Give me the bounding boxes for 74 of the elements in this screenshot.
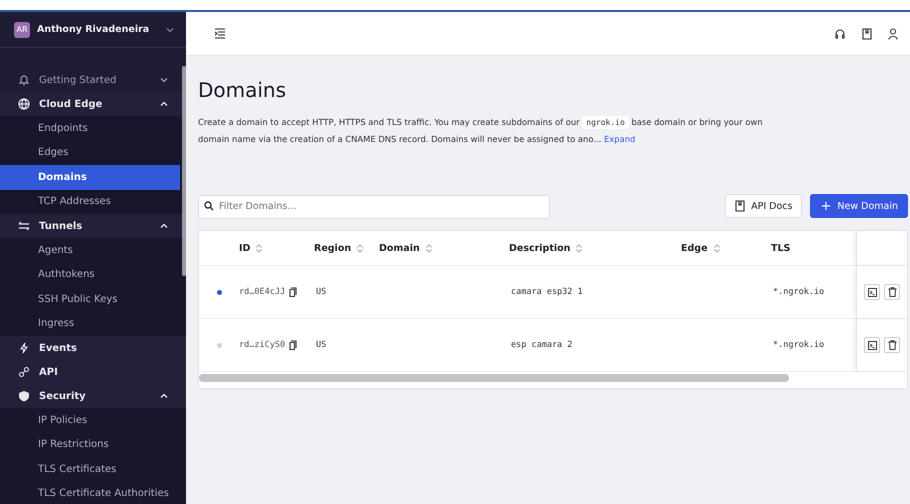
bolt-icon — [18, 342, 30, 354]
page-title: Domains — [198, 78, 288, 102]
terminal-icon — [868, 340, 876, 350]
sidebar-item[interactable]: Edges — [0, 140, 180, 165]
column-header[interactable]: Edge — [681, 242, 720, 254]
table-cell: US — [316, 340, 326, 350]
globe-icon — [18, 98, 30, 110]
new-domain-button[interactable]: + New Domain — [810, 194, 908, 218]
table-cell: US — [316, 287, 326, 297]
sidebar-item[interactable]: Domains — [0, 165, 180, 190]
sidebar-item[interactable]: IP Policies — [0, 408, 180, 432]
copy-icon[interactable] — [289, 340, 298, 350]
api-docs-button[interactable]: API Docs — [725, 194, 802, 218]
copy-icon[interactable] — [289, 287, 298, 297]
table-cell: *.ngrok.io — [773, 287, 824, 297]
sidebar-item[interactable]: TCP Addresses — [0, 190, 180, 214]
sidebar-item[interactable]: Agents — [0, 238, 180, 262]
sidebar-item[interactable]: Ingress — [0, 312, 180, 336]
trash-icon — [888, 287, 896, 297]
table-cell: rd…0E4cJJ — [239, 287, 286, 297]
sort-icon — [256, 244, 262, 252]
table-cell: *.ngrok.io — [773, 340, 824, 350]
delete-button[interactable] — [884, 284, 900, 300]
sidebar-group[interactable]: Security — [0, 384, 186, 408]
sort-icon — [426, 244, 432, 252]
table-cell: rd…ziCyS0 — [239, 340, 286, 350]
sidebar-toggle-icon[interactable] — [214, 28, 226, 39]
chevron-up-icon — [160, 101, 168, 107]
sidebar-item[interactable]: SSH Public Keys — [0, 287, 180, 312]
arrows-icon — [18, 220, 30, 232]
delete-button[interactable] — [884, 337, 900, 353]
expand-link[interactable]: Expand — [604, 134, 636, 144]
link-icon — [18, 366, 30, 378]
filter-field[interactable]: Filter Domains... — [198, 194, 550, 218]
column-header[interactable]: Description — [509, 242, 582, 254]
sidebar-group[interactable]: Events — [0, 336, 186, 360]
chevron-up-icon — [160, 393, 168, 399]
chevron-up-icon — [160, 223, 168, 229]
user-icon[interactable] — [888, 28, 898, 40]
sort-icon — [357, 244, 364, 252]
column-header[interactable]: ID — [239, 242, 262, 254]
book-icon — [735, 200, 746, 212]
page-description: Create a domain to accept HTTP, HTTPS and TLS traffic. You may create subdomains of our ngrok.io base domain or bring your own domain name via the creation of a CNAME DNS record. Domains will never be assigned to ano... Expand — [198, 115, 764, 146]
table-cell: esp camara 2 — [511, 340, 572, 350]
sidebar-group[interactable]: Getting Started — [0, 68, 186, 92]
sidebar-item[interactable]: TLS Certificate Authorities — [0, 482, 180, 504]
account-name: Anthony Rivadeneira — [37, 24, 150, 35]
sidebar-item[interactable]: IP Restrictions — [0, 432, 180, 457]
bell-icon — [18, 74, 30, 86]
code-snippet: ngrok.io — [582, 116, 629, 129]
column-header[interactable]: Domain — [379, 242, 432, 254]
scrollbar[interactable] — [182, 66, 186, 276]
table-cell: camara esp32 1 — [511, 287, 583, 297]
terminal-icon — [868, 288, 876, 296]
sort-icon — [576, 244, 582, 252]
headset-icon[interactable] — [834, 28, 846, 40]
avatar: AR — [14, 22, 30, 38]
book-icon[interactable] — [862, 28, 872, 40]
sidebar-item[interactable]: Endpoints — [0, 116, 180, 140]
sidebar-item[interactable]: TLS Certificates — [0, 457, 180, 482]
chevron-down-icon — [160, 77, 168, 83]
shield-icon — [18, 390, 30, 402]
terminal-button[interactable] — [864, 337, 880, 353]
column-header[interactable]: TLS — [771, 242, 790, 254]
trash-icon — [888, 340, 896, 350]
account-switcher[interactable]: AR Anthony Rivadeneira — [0, 12, 186, 48]
horizontal-scrollbar[interactable] — [199, 374, 789, 382]
chevron-down-icon — [166, 26, 174, 32]
column-header[interactable]: Region — [314, 242, 364, 254]
sidebar-group[interactable]: API — [0, 360, 186, 384]
sidebar-item[interactable]: Authtokens — [0, 262, 180, 287]
terminal-button[interactable] — [864, 284, 880, 300]
search-icon — [204, 201, 214, 211]
sort-icon — [714, 244, 720, 252]
